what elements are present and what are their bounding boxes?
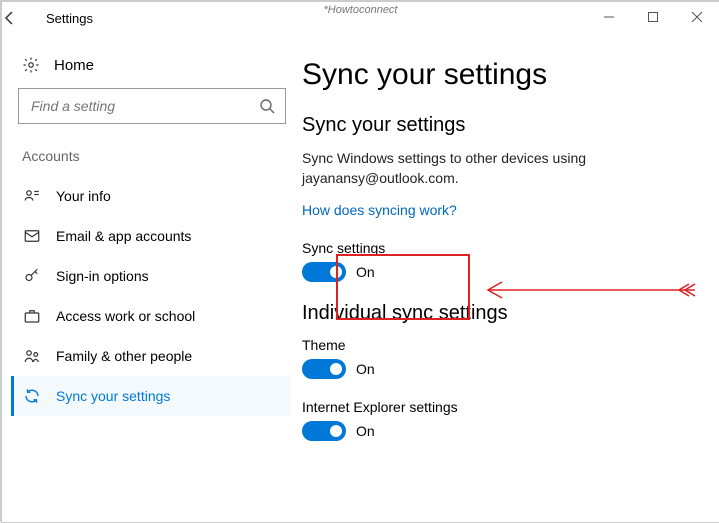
section-heading: Sync your settings <box>302 114 703 137</box>
section-heading-individual: Individual sync settings <box>302 302 703 325</box>
sync-help-link[interactable]: How does syncing work? <box>302 202 457 218</box>
theme-label: Theme <box>302 337 703 353</box>
theme-toggle[interactable] <box>302 359 346 379</box>
main-panel: Sync your settings Sync your settings Sy… <box>302 34 719 522</box>
key-icon <box>22 267 42 285</box>
people-icon <box>22 347 42 365</box>
theme-state: On <box>356 361 375 377</box>
watermark: *Howtoconnect <box>324 4 398 16</box>
sync-settings-toggle[interactable] <box>302 262 346 282</box>
sync-settings-state: On <box>356 264 375 280</box>
minimize-button[interactable] <box>587 2 631 32</box>
mail-icon <box>22 227 42 245</box>
maximize-button[interactable] <box>631 2 675 32</box>
window-title: Settings <box>46 11 93 26</box>
sidebar-item-signin[interactable]: Sign-in options <box>14 256 290 296</box>
sidebar-item-label: Family & other people <box>56 348 192 364</box>
sidebar-item-label: Your info <box>56 188 111 204</box>
sidebar-item-label: Access work or school <box>56 308 195 324</box>
home-label: Home <box>54 57 94 74</box>
ie-state: On <box>356 423 375 439</box>
sync-icon <box>22 387 42 405</box>
sync-description: Sync Windows settings to other devices u… <box>302 149 703 188</box>
sync-settings-label: Sync settings <box>302 240 703 256</box>
sidebar: Home Accounts Your info Email & app acco… <box>2 34 302 522</box>
sidebar-item-your-info[interactable]: Your info <box>14 176 290 216</box>
sidebar-item-work[interactable]: Access work or school <box>14 296 290 336</box>
sidebar-item-label: Sync your settings <box>56 388 170 404</box>
search-input[interactable] <box>29 97 259 115</box>
gear-icon <box>22 56 42 74</box>
home-nav[interactable]: Home <box>14 52 290 88</box>
search-icon <box>259 98 275 114</box>
back-button[interactable] <box>2 10 42 26</box>
window-controls <box>587 2 719 32</box>
sidebar-item-family[interactable]: Family & other people <box>14 336 290 376</box>
person-card-icon <box>22 187 42 205</box>
sidebar-item-label: Sign-in options <box>56 268 149 284</box>
page-title: Sync your settings <box>302 58 703 92</box>
title-bar: Settings *Howtoconnect <box>2 2 719 34</box>
search-box[interactable] <box>18 88 286 124</box>
sidebar-item-label: Email & app accounts <box>56 228 191 244</box>
group-label: Accounts <box>14 148 290 176</box>
sidebar-item-sync[interactable]: Sync your settings <box>11 376 290 416</box>
sidebar-item-email[interactable]: Email & app accounts <box>14 216 290 256</box>
ie-label: Internet Explorer settings <box>302 399 703 415</box>
briefcase-icon <box>22 307 42 325</box>
ie-toggle[interactable] <box>302 421 346 441</box>
close-button[interactable] <box>675 2 719 32</box>
